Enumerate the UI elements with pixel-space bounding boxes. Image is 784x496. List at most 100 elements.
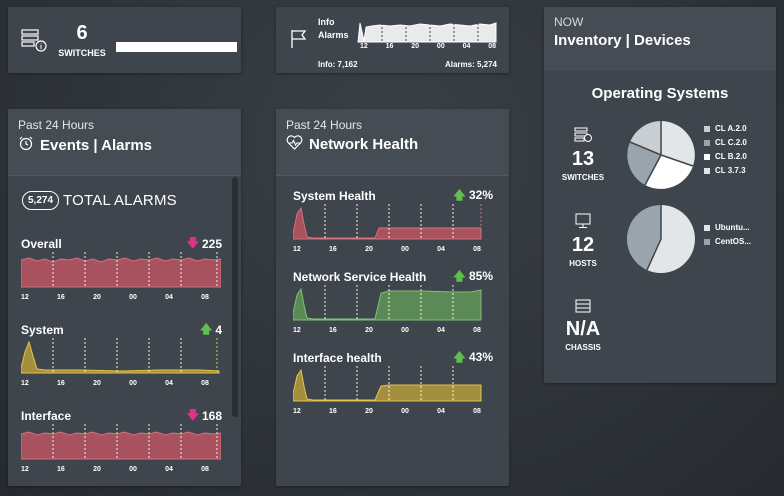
tick-label: 08 xyxy=(473,246,481,253)
legend-label: CL C.2.0 xyxy=(715,138,747,147)
tick-label: 00 xyxy=(401,246,409,253)
events-alarms-card[interactable]: Past 24 Hours Events | Alarms 5,274 TOTA… xyxy=(8,109,241,486)
inventory-switches-stat[interactable]: 13 SWITCHES xyxy=(552,127,614,182)
legend-item[interactable]: CL C.2.0 xyxy=(704,136,747,150)
inventory-switch-count: 13 xyxy=(571,148,595,170)
tick-label: 08 xyxy=(473,408,481,415)
legend-swatch xyxy=(704,126,710,132)
overall-alarm-chart xyxy=(20,252,222,288)
info-alarms-card[interactable]: Info Alarms 12 16 20 00 04 08 Info: 7,16… xyxy=(276,7,509,73)
switch-os-legend: CL A.2.0 CL C.2.0 CL B.2.0 CL 3.7.3 xyxy=(704,122,747,178)
tick-label: 16 xyxy=(57,294,65,301)
host-os-pie-chart[interactable] xyxy=(626,204,696,274)
legend-swatch xyxy=(704,140,710,146)
alarm-row-system[interactable]: System 🡅 4 12 16 20 00 04 08 xyxy=(20,322,222,387)
info-label: Info xyxy=(318,17,335,27)
tick-label: 12 xyxy=(293,327,301,334)
legend-label: CL A.2.0 xyxy=(715,124,747,133)
alarm-row-value: 225 xyxy=(201,237,222,251)
health-row-value: 85% xyxy=(468,268,493,283)
tick-label: 20 xyxy=(365,327,373,334)
svg-text:i: i xyxy=(40,44,42,51)
tick-label: 04 xyxy=(437,327,445,334)
alarm-row-value: 168 xyxy=(201,409,222,423)
tick-label: 12 xyxy=(360,43,368,50)
tick-label: 00 xyxy=(401,327,409,334)
overall-axis-ticks: 12 16 20 00 04 08 xyxy=(21,294,209,301)
tick-label: 04 xyxy=(462,43,471,50)
tick-label: 16 xyxy=(329,246,337,253)
tick-label: 08 xyxy=(473,327,481,334)
tick-label: 16 xyxy=(57,380,65,387)
legend-item[interactable]: Ubuntu... xyxy=(704,221,751,235)
tick-label: 20 xyxy=(93,466,101,473)
switch-os-pie-chart[interactable] xyxy=(626,120,696,190)
alarm-row-label: System xyxy=(21,323,64,337)
tick-label: 08 xyxy=(201,294,209,301)
tick-label: 00 xyxy=(401,408,409,415)
legend-item[interactable]: CL A.2.0 xyxy=(704,122,747,136)
tick-label: 12 xyxy=(21,380,29,387)
legend-swatch xyxy=(704,225,710,231)
tick-label: 04 xyxy=(165,380,173,387)
legend-swatch xyxy=(704,154,710,160)
inventory-hosts-stat[interactable]: 12 HOSTS xyxy=(552,213,614,268)
network-service-health-chart xyxy=(292,285,482,321)
health-row-network-service[interactable]: Network Service Health 🡅 85% 12 16 20 00 04 0… xyxy=(292,268,493,334)
tick-label: 12 xyxy=(293,246,301,253)
inventory-switch-label: SWITCHES xyxy=(561,173,605,182)
inventory-host-label: HOSTS xyxy=(569,259,597,268)
inventory-devices-card[interactable]: NOW Inventory | Devices Operating System… xyxy=(544,7,776,383)
tick-label: 00 xyxy=(129,294,137,301)
alarm-row-value: 4 xyxy=(215,323,222,337)
network-health-card[interactable]: Past 24 Hours Network Health System Heal… xyxy=(276,109,509,486)
tick-label: 20 xyxy=(411,43,420,50)
health-row-value: 43% xyxy=(468,349,493,364)
legend-item[interactable]: CL B.2.0 xyxy=(704,150,747,164)
health-row-system[interactable]: System Health 🡅 32% 12 16 20 00 04 08 xyxy=(292,188,493,253)
inventory-chassis-count: N/A xyxy=(565,318,601,340)
switch-info-icon: i xyxy=(21,29,49,58)
events-header: Past 24 Hours Events | Alarms xyxy=(8,109,241,176)
switches-summary-card[interactable]: i 6 SWITCHES xyxy=(8,7,241,73)
alarm-row-overall[interactable]: Overall 🡇 225 12 16 20 00 04 08 xyxy=(20,236,222,301)
info-count: Info: 7,162 xyxy=(318,60,358,69)
inventory-host-count: 12 xyxy=(571,234,595,256)
inventory-title: Inventory | Devices xyxy=(554,32,691,49)
interface-health-chart xyxy=(292,366,482,402)
network-service-axis-ticks: 12 16 20 00 04 08 xyxy=(293,327,481,334)
legend-label: Ubuntu... xyxy=(715,223,750,232)
tick-label: 04 xyxy=(437,246,445,253)
legend-item[interactable]: CentOS... xyxy=(704,235,751,249)
tick-label: 00 xyxy=(129,466,137,473)
heart-pulse-icon xyxy=(286,135,303,154)
tick-label: 20 xyxy=(93,294,101,301)
network-title: Network Health xyxy=(309,136,419,153)
inventory-chassis-stat[interactable]: N/A CHASSIS xyxy=(552,299,614,352)
system-health-axis-ticks: 12 16 20 00 04 08 xyxy=(293,246,481,253)
tick-label: 04 xyxy=(165,466,173,473)
alarms-label: Alarms xyxy=(318,30,349,40)
legend-item[interactable]: CL 3.7.3 xyxy=(704,164,747,178)
legend-swatch xyxy=(704,168,710,174)
alarm-row-label: Overall xyxy=(21,237,62,251)
events-title: Events | Alarms xyxy=(40,136,153,154)
tick-label: 04 xyxy=(437,408,445,415)
os-title: Operating Systems xyxy=(591,85,729,102)
events-scrollbar[interactable] xyxy=(232,177,238,417)
system-axis-ticks: 12 16 20 00 04 08 xyxy=(21,380,209,387)
alarm-row-label: Interface xyxy=(21,409,72,423)
interface-axis-ticks: 12 16 20 00 04 08 xyxy=(21,466,209,473)
alarm-row-interface[interactable]: Interface 🡇 168 12 16 20 00 04 08 xyxy=(20,408,222,473)
health-row-interface[interactable]: Interface health 🡅 43% 12 16 20 00 04 08 xyxy=(292,349,493,415)
tick-label: 08 xyxy=(201,380,209,387)
monitor-icon xyxy=(574,213,592,233)
inventory-header: NOW Inventory | Devices xyxy=(544,7,776,71)
events-period: Past 24 Hours xyxy=(18,118,95,132)
trend-up-icon: 🡅 xyxy=(453,268,466,283)
inventory-chassis-label: CHASSIS xyxy=(565,343,601,352)
tick-label: 16 xyxy=(329,408,337,415)
switch-count-label: SWITCHES xyxy=(58,48,106,58)
interface-health-axis-ticks: 12 16 20 00 04 08 xyxy=(293,408,481,415)
tick-label: 08 xyxy=(201,466,209,473)
